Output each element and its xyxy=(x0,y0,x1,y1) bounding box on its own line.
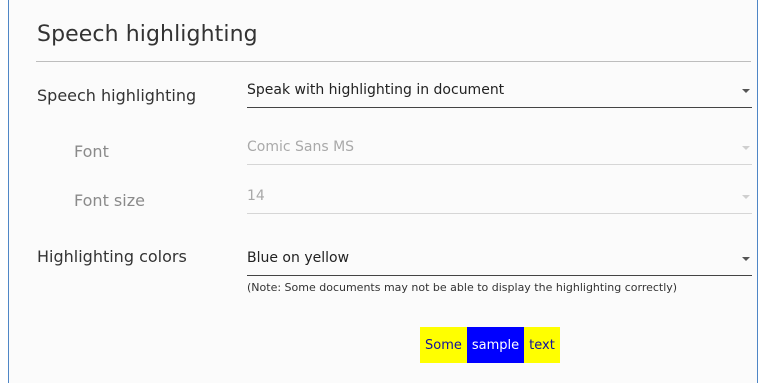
preview-word-active: sample xyxy=(466,327,525,363)
font-size-value: 14 xyxy=(247,188,265,204)
speech-highlighting-panel: Speech highlighting Speech highlighting … xyxy=(8,0,758,383)
font-size-dropdown: 14 xyxy=(247,186,752,214)
chevron-down-icon xyxy=(742,146,750,150)
section-title: Speech highlighting xyxy=(37,22,258,47)
chevron-down-icon xyxy=(742,195,750,199)
highlighting-colors-dropdown[interactable]: Blue on yellow xyxy=(247,248,752,276)
highlighting-note: (Note: Some documents may not be able to… xyxy=(247,281,678,294)
speech-highlighting-value: Speak with highlighting in document xyxy=(247,82,505,98)
preview-word: text xyxy=(524,327,560,363)
font-size-label: Font size xyxy=(74,191,145,210)
chevron-down-icon[interactable] xyxy=(742,257,750,261)
chevron-down-icon[interactable] xyxy=(742,89,750,93)
section-divider xyxy=(36,61,751,62)
font-value: Comic Sans MS xyxy=(247,139,355,155)
preview-word: Some xyxy=(420,327,467,363)
speech-highlighting-label: Speech highlighting xyxy=(37,86,197,105)
font-dropdown: Comic Sans MS xyxy=(247,137,752,165)
highlighting-colors-label: Highlighting colors xyxy=(37,247,187,266)
highlighting-colors-value: Blue on yellow xyxy=(247,250,350,266)
font-label: Font xyxy=(74,142,109,161)
speech-highlighting-dropdown[interactable]: Speak with highlighting in document xyxy=(247,80,752,108)
highlight-preview: Some sample text xyxy=(420,327,560,363)
